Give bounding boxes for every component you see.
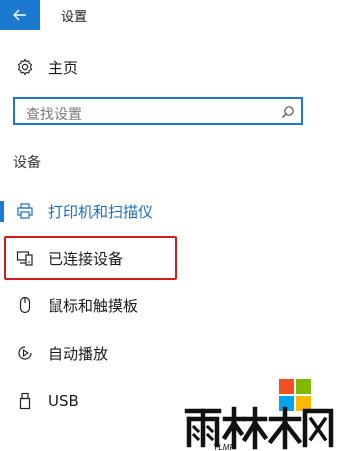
nav-item-label: USB [48,392,79,410]
search-icon [282,106,294,118]
nav-item-label: 自动播放 [48,344,109,363]
mouse-icon [16,296,34,314]
autoplay-icon [16,344,34,362]
gear-icon [16,58,34,76]
home-nav-item[interactable]: 主页 [0,47,341,87]
nav-item-mouse[interactable]: 鼠标和触摸板 [0,285,341,325]
back-button[interactable] [0,0,40,30]
search-placeholder: 查找设置 [26,107,82,123]
nav-item-label: 鼠标和触摸板 [48,296,139,315]
search-input[interactable]: 查找设置 [13,97,303,125]
highlight-box [4,236,177,280]
nav-item-label: 打印机和扫描仪 [48,202,154,221]
home-label: 主页 [48,58,79,77]
back-arrow-icon [13,9,26,21]
watermark-text: YLMF [213,443,235,451]
section-title: 设备 [13,155,41,171]
usb-icon [16,392,34,410]
watermark-logo: YLMF [184,406,334,451]
title-bar: 设置 [0,0,341,30]
printer-icon [16,202,34,220]
window-title: 设置 [61,10,88,25]
nav-item-autoplay[interactable]: 自动播放 [0,333,341,373]
nav-item-printers[interactable]: 打印机和扫描仪 [0,191,341,231]
